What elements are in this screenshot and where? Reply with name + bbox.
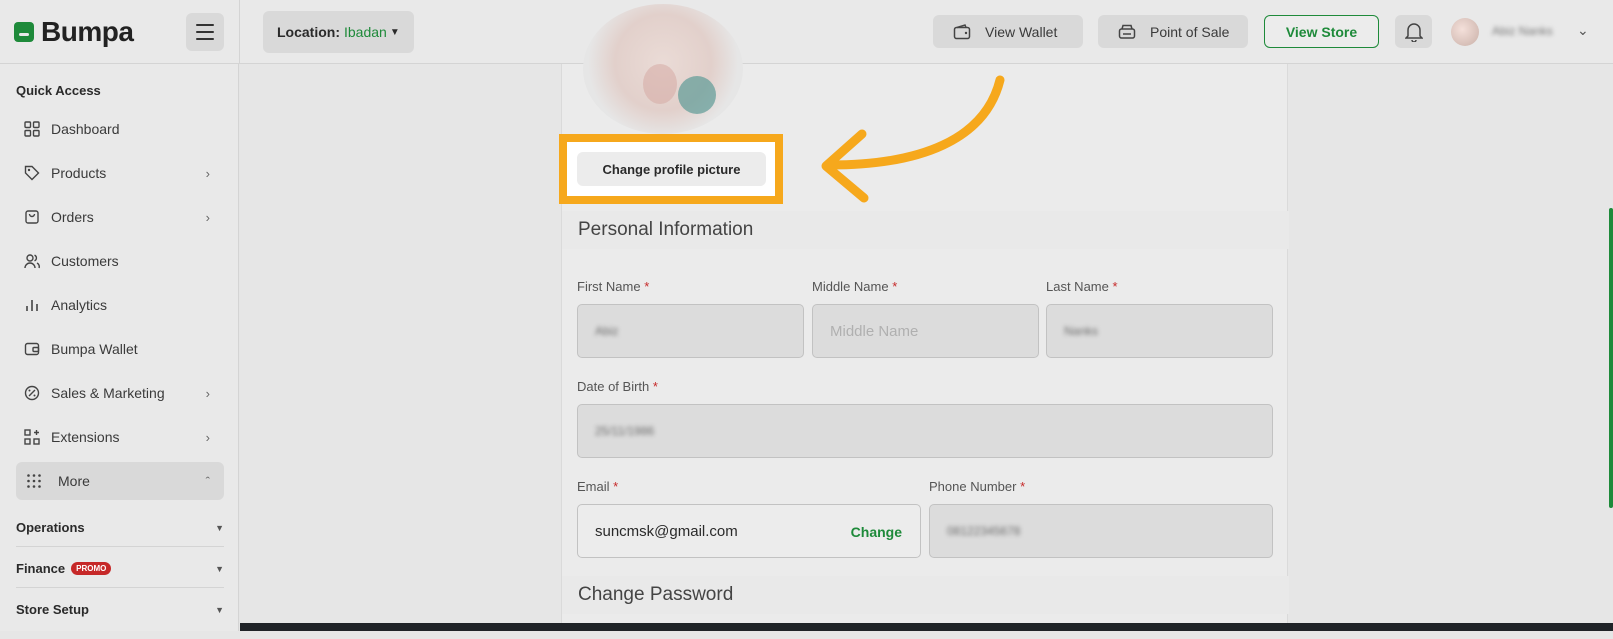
last-name-value: Nanks [1064, 324, 1099, 338]
middle-name-placeholder: Middle Name [830, 322, 919, 340]
email-field[interactable]: suncmsk@gmail.com Change [577, 504, 921, 558]
date-of-birth-label: Date of Birth * [577, 379, 658, 394]
first-name-value: Abiz [595, 324, 619, 338]
email-value: suncmsk@gmail.com [595, 522, 738, 540]
change-email-link[interactable]: Change [851, 524, 902, 540]
first-name-label: First Name * [577, 279, 650, 294]
middle-name-field[interactable]: Middle Name [812, 304, 1039, 358]
personal-information-title: Personal Information [562, 211, 1289, 249]
middle-name-label: Middle Name * [812, 279, 898, 294]
phone-number-field[interactable]: 08122345678 [929, 504, 1273, 558]
first-name-field[interactable]: Abiz [577, 304, 804, 358]
phone-number-value: 08122345678 [947, 524, 1021, 538]
email-label: Email * [577, 479, 619, 494]
bottom-bar [240, 623, 1613, 631]
date-of-birth-value: 25/11/1986 [595, 424, 655, 438]
phone-number-label: Phone Number * [929, 479, 1026, 494]
last-name-field[interactable]: Nanks [1046, 304, 1273, 358]
bottom-strip [0, 631, 1613, 639]
change-password-title: Change Password [562, 576, 1289, 614]
scrollbar-thumb[interactable] [1609, 208, 1613, 508]
date-of-birth-field[interactable]: 25/11/1986 [577, 404, 1273, 458]
last-name-label: Last Name * [1046, 279, 1118, 294]
